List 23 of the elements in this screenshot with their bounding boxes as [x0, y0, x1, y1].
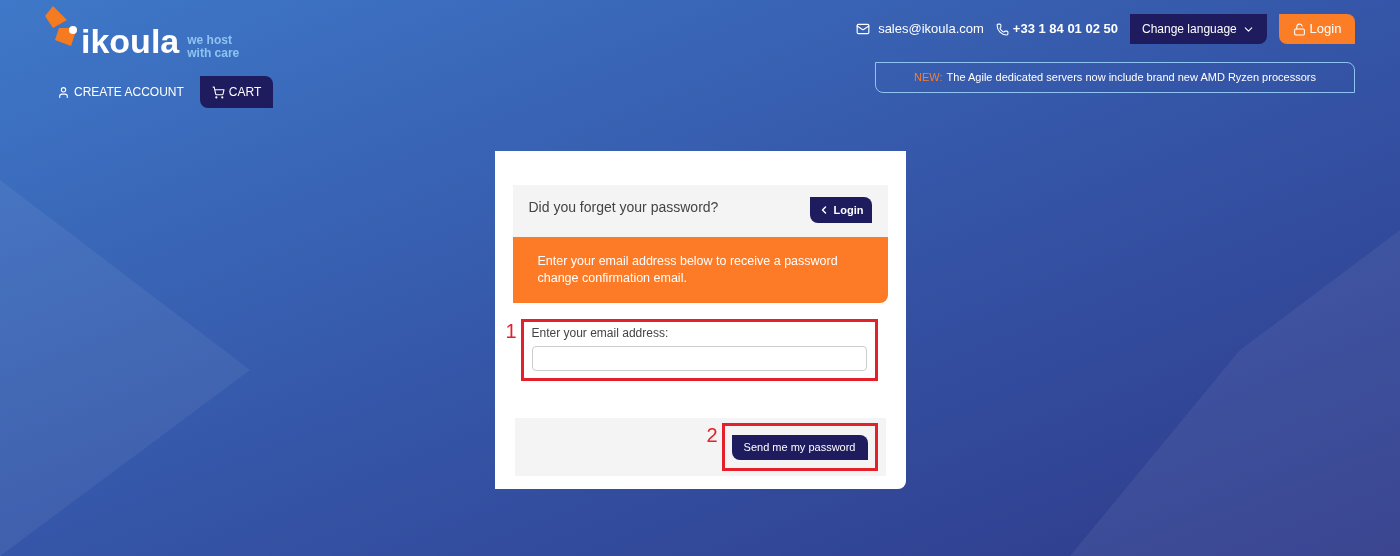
back-login-button[interactable]: Login	[809, 197, 872, 223]
mail-icon	[856, 22, 871, 36]
logo-tagline: we host	[187, 34, 233, 47]
news-text: The Agile dedicated servers now include brand new AMD Ryzen processors	[946, 70, 1316, 86]
cart-icon	[211, 85, 225, 99]
annotation-number: 2	[706, 423, 718, 449]
phone-link[interactable]: +33 1 84 01 02 50	[995, 19, 1118, 39]
send-password-button[interactable]: Send me my password	[731, 434, 868, 460]
annotation-number: 1	[505, 319, 517, 344]
email-link[interactable]: sales@ikoula.com	[856, 19, 984, 39]
card-title: Did you forget your password?	[528, 198, 719, 217]
user-icon	[57, 85, 70, 99]
logo-name: ikoula	[81, 24, 180, 58]
cart-button[interactable]: CART	[199, 76, 274, 108]
notice-text: Enter your email address below to receive a password change confirmation email.	[537, 253, 839, 287]
logo-tagline: with care	[187, 47, 240, 60]
create-account-link[interactable]: CREATE ACCOUNT	[57, 83, 184, 101]
email-label: Enter your email address:	[531, 325, 670, 342]
phone-icon	[995, 22, 1009, 36]
email-input[interactable]	[531, 346, 867, 371]
language-select[interactable]: Change language	[1130, 14, 1267, 44]
news-tag: NEW:	[914, 69, 943, 86]
lock-icon	[1292, 22, 1306, 36]
